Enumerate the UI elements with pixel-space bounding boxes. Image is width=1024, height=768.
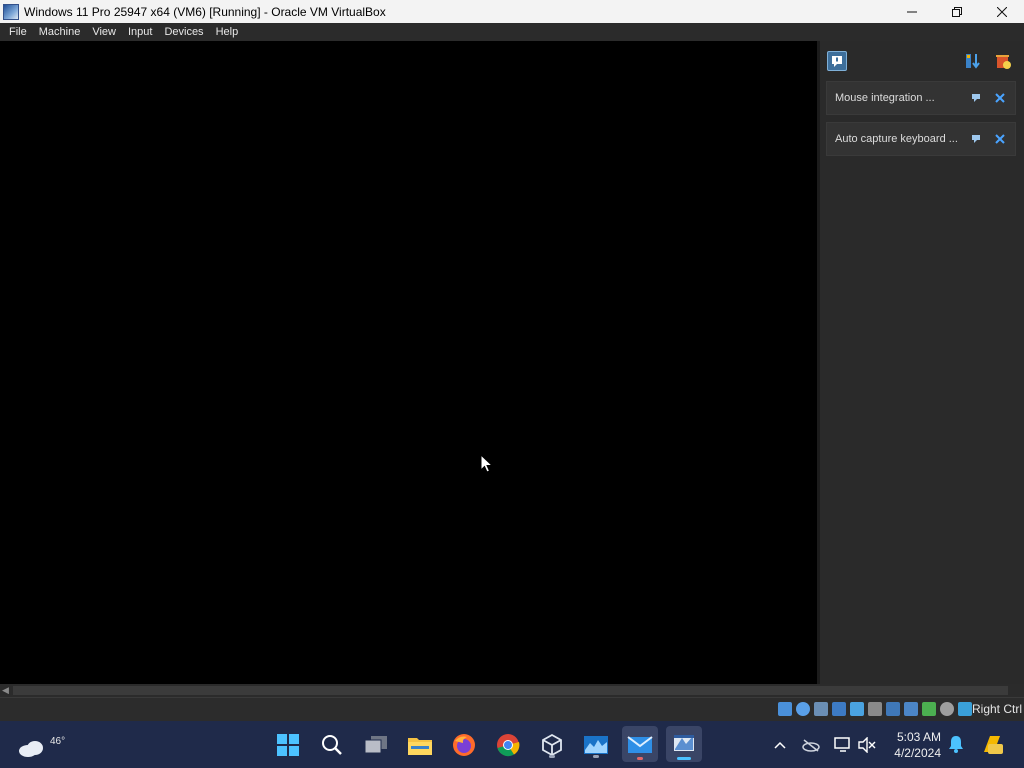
vm-window-icon bbox=[674, 735, 694, 751]
restore-icon bbox=[951, 6, 962, 17]
scrollbar-track[interactable] bbox=[13, 686, 1008, 695]
optical-drive-icon[interactable] bbox=[796, 702, 810, 716]
title-bar[interactable]: Windows 11 Pro 25947 x64 (VM6) [Running]… bbox=[0, 0, 1024, 23]
keyboard-capture-icon[interactable] bbox=[958, 702, 972, 716]
network-icon[interactable] bbox=[832, 702, 846, 716]
notification-center: Mouse integration ... Auto capture keybo… bbox=[817, 41, 1024, 684]
weather-temperature: 46° bbox=[50, 736, 66, 747]
menu-machine[interactable]: Machine bbox=[33, 23, 87, 41]
keep-notification-icon[interactable] bbox=[971, 133, 983, 145]
window-title: Windows 11 Pro 25947 x64 (VM6) [Running]… bbox=[24, 4, 386, 19]
virtualbox-cube-icon bbox=[542, 733, 562, 757]
active-indicator bbox=[677, 757, 691, 760]
restore-button[interactable] bbox=[934, 0, 979, 23]
keep-notification-icon[interactable] bbox=[971, 92, 983, 104]
notification-mouse-integration[interactable]: Mouse integration ... bbox=[826, 81, 1016, 115]
chrome-button[interactable] bbox=[493, 730, 523, 760]
notification-toolbar bbox=[820, 41, 1024, 79]
menu-input[interactable]: Input bbox=[122, 23, 158, 41]
shared-folders-icon[interactable] bbox=[868, 702, 882, 716]
menu-view[interactable]: View bbox=[86, 23, 122, 41]
resource-monitor-button[interactable] bbox=[581, 730, 611, 760]
close-notification-icon[interactable] bbox=[994, 92, 1006, 104]
notification-center-toggle-button[interactable] bbox=[827, 51, 847, 71]
host-key-label[interactable]: Right Ctrl bbox=[972, 702, 1022, 716]
vm-status-bar: Right Ctrl bbox=[0, 697, 1024, 721]
onedrive-icon[interactable] bbox=[802, 738, 820, 752]
mail-icon bbox=[627, 736, 653, 753]
status-indicators bbox=[774, 702, 972, 716]
audio-icon[interactable] bbox=[814, 702, 828, 716]
menu-bar: File Machine View Input Devices Help bbox=[0, 23, 1024, 41]
window-controls bbox=[889, 0, 1024, 23]
menu-help[interactable]: Help bbox=[210, 23, 245, 41]
monitor-graph-icon bbox=[584, 736, 608, 754]
hard-disk-icon[interactable] bbox=[778, 702, 792, 716]
file-explorer-button[interactable] bbox=[405, 730, 435, 760]
menu-devices[interactable]: Devices bbox=[158, 23, 209, 41]
running-indicator bbox=[593, 755, 599, 758]
chevron-up-icon[interactable] bbox=[774, 741, 786, 749]
folder-icon bbox=[408, 738, 432, 755]
copilot-preview-icon[interactable] bbox=[980, 732, 1004, 756]
search-icon bbox=[322, 735, 342, 755]
scroll-left-icon[interactable]: ◀ bbox=[2, 685, 9, 696]
windows-logo-icon bbox=[277, 734, 299, 756]
menu-file[interactable]: File bbox=[3, 23, 33, 41]
task-view-button[interactable] bbox=[361, 730, 391, 760]
cpu-icon[interactable] bbox=[922, 702, 936, 716]
notification-auto-capture-keyboard[interactable]: Auto capture keyboard ... bbox=[826, 122, 1016, 156]
volume-muted-icon[interactable] bbox=[858, 737, 876, 753]
virtualbox-app-icon bbox=[3, 3, 19, 20]
usb-icon[interactable] bbox=[850, 702, 864, 716]
clock-date: 4/2/2024 bbox=[894, 746, 941, 760]
horizontal-scrollbar[interactable]: ◀ bbox=[0, 684, 1024, 697]
close-button[interactable] bbox=[979, 0, 1024, 23]
mouse-integration-icon[interactable] bbox=[940, 702, 954, 716]
attention-indicator bbox=[637, 757, 643, 760]
minimize-button[interactable] bbox=[889, 0, 934, 23]
firefox-icon bbox=[453, 734, 475, 756]
mouse-pointer-icon bbox=[480, 454, 494, 473]
notification-text: Mouse integration ... bbox=[835, 92, 935, 104]
close-icon bbox=[996, 6, 1007, 17]
task-view-icon bbox=[364, 736, 387, 754]
virtualbox-vm-button[interactable] bbox=[666, 726, 702, 762]
clock[interactable]: 5:03 AM 4/2/2024 bbox=[894, 729, 941, 761]
start-button[interactable] bbox=[273, 730, 303, 760]
notification-bell-icon[interactable] bbox=[948, 735, 964, 753]
running-indicator bbox=[549, 755, 555, 758]
mail-button[interactable] bbox=[622, 726, 658, 762]
taskbar: 46° 5:03 AM 4/2/2024 bbox=[0, 721, 1024, 768]
dismiss-all-icon[interactable] bbox=[994, 52, 1012, 70]
speech-bubble-icon bbox=[832, 56, 842, 67]
vm-display[interactable] bbox=[0, 41, 817, 684]
close-notification-icon[interactable] bbox=[994, 133, 1006, 145]
search-button[interactable] bbox=[317, 730, 347, 760]
virtualbox-manager-button[interactable] bbox=[537, 730, 567, 760]
network-status-icon[interactable] bbox=[834, 737, 852, 753]
notification-text: Auto capture keyboard ... bbox=[835, 133, 958, 145]
chrome-icon bbox=[497, 734, 520, 757]
weather-widget[interactable]: 46° bbox=[18, 728, 68, 760]
video-capture-icon[interactable] bbox=[904, 702, 918, 716]
virtualbox-vm-window: Windows 11 Pro 25947 x64 (VM6) [Running]… bbox=[0, 0, 1024, 768]
cloud-icon bbox=[19, 741, 43, 757]
clock-time: 5:03 AM bbox=[896, 730, 941, 744]
sort-order-icon[interactable] bbox=[964, 52, 982, 70]
display-icon[interactable] bbox=[886, 702, 900, 716]
firefox-button[interactable] bbox=[449, 730, 479, 760]
minimize-icon bbox=[906, 11, 917, 12]
